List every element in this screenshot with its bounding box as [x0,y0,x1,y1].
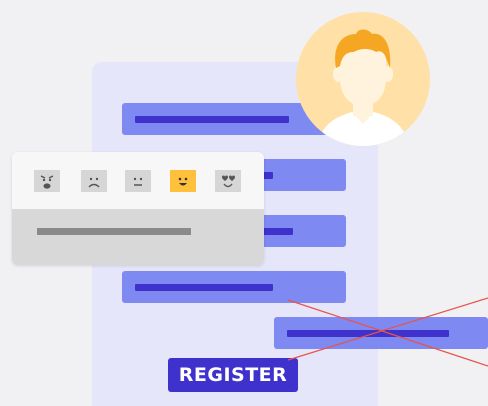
form-field-4[interactable] [122,271,346,303]
field-text-line [135,284,273,291]
neutral-face-icon[interactable] [125,170,151,192]
rating-emoji-row [12,152,264,209]
comment-box[interactable] [12,209,264,265]
rating-card [12,152,264,265]
frown-face-icon[interactable] [81,170,107,192]
angry-face-icon[interactable] [34,170,60,192]
register-button[interactable]: REGISTER [168,358,298,392]
field-text-line [287,330,449,337]
avatar [296,12,430,146]
comment-text-line [37,228,191,235]
smile-face-icon[interactable] [170,170,196,192]
form-field-5[interactable] [274,317,488,349]
heart-eyes-face-icon[interactable] [215,170,241,192]
field-text-line [135,116,289,123]
user-avatar-icon [318,29,408,146]
